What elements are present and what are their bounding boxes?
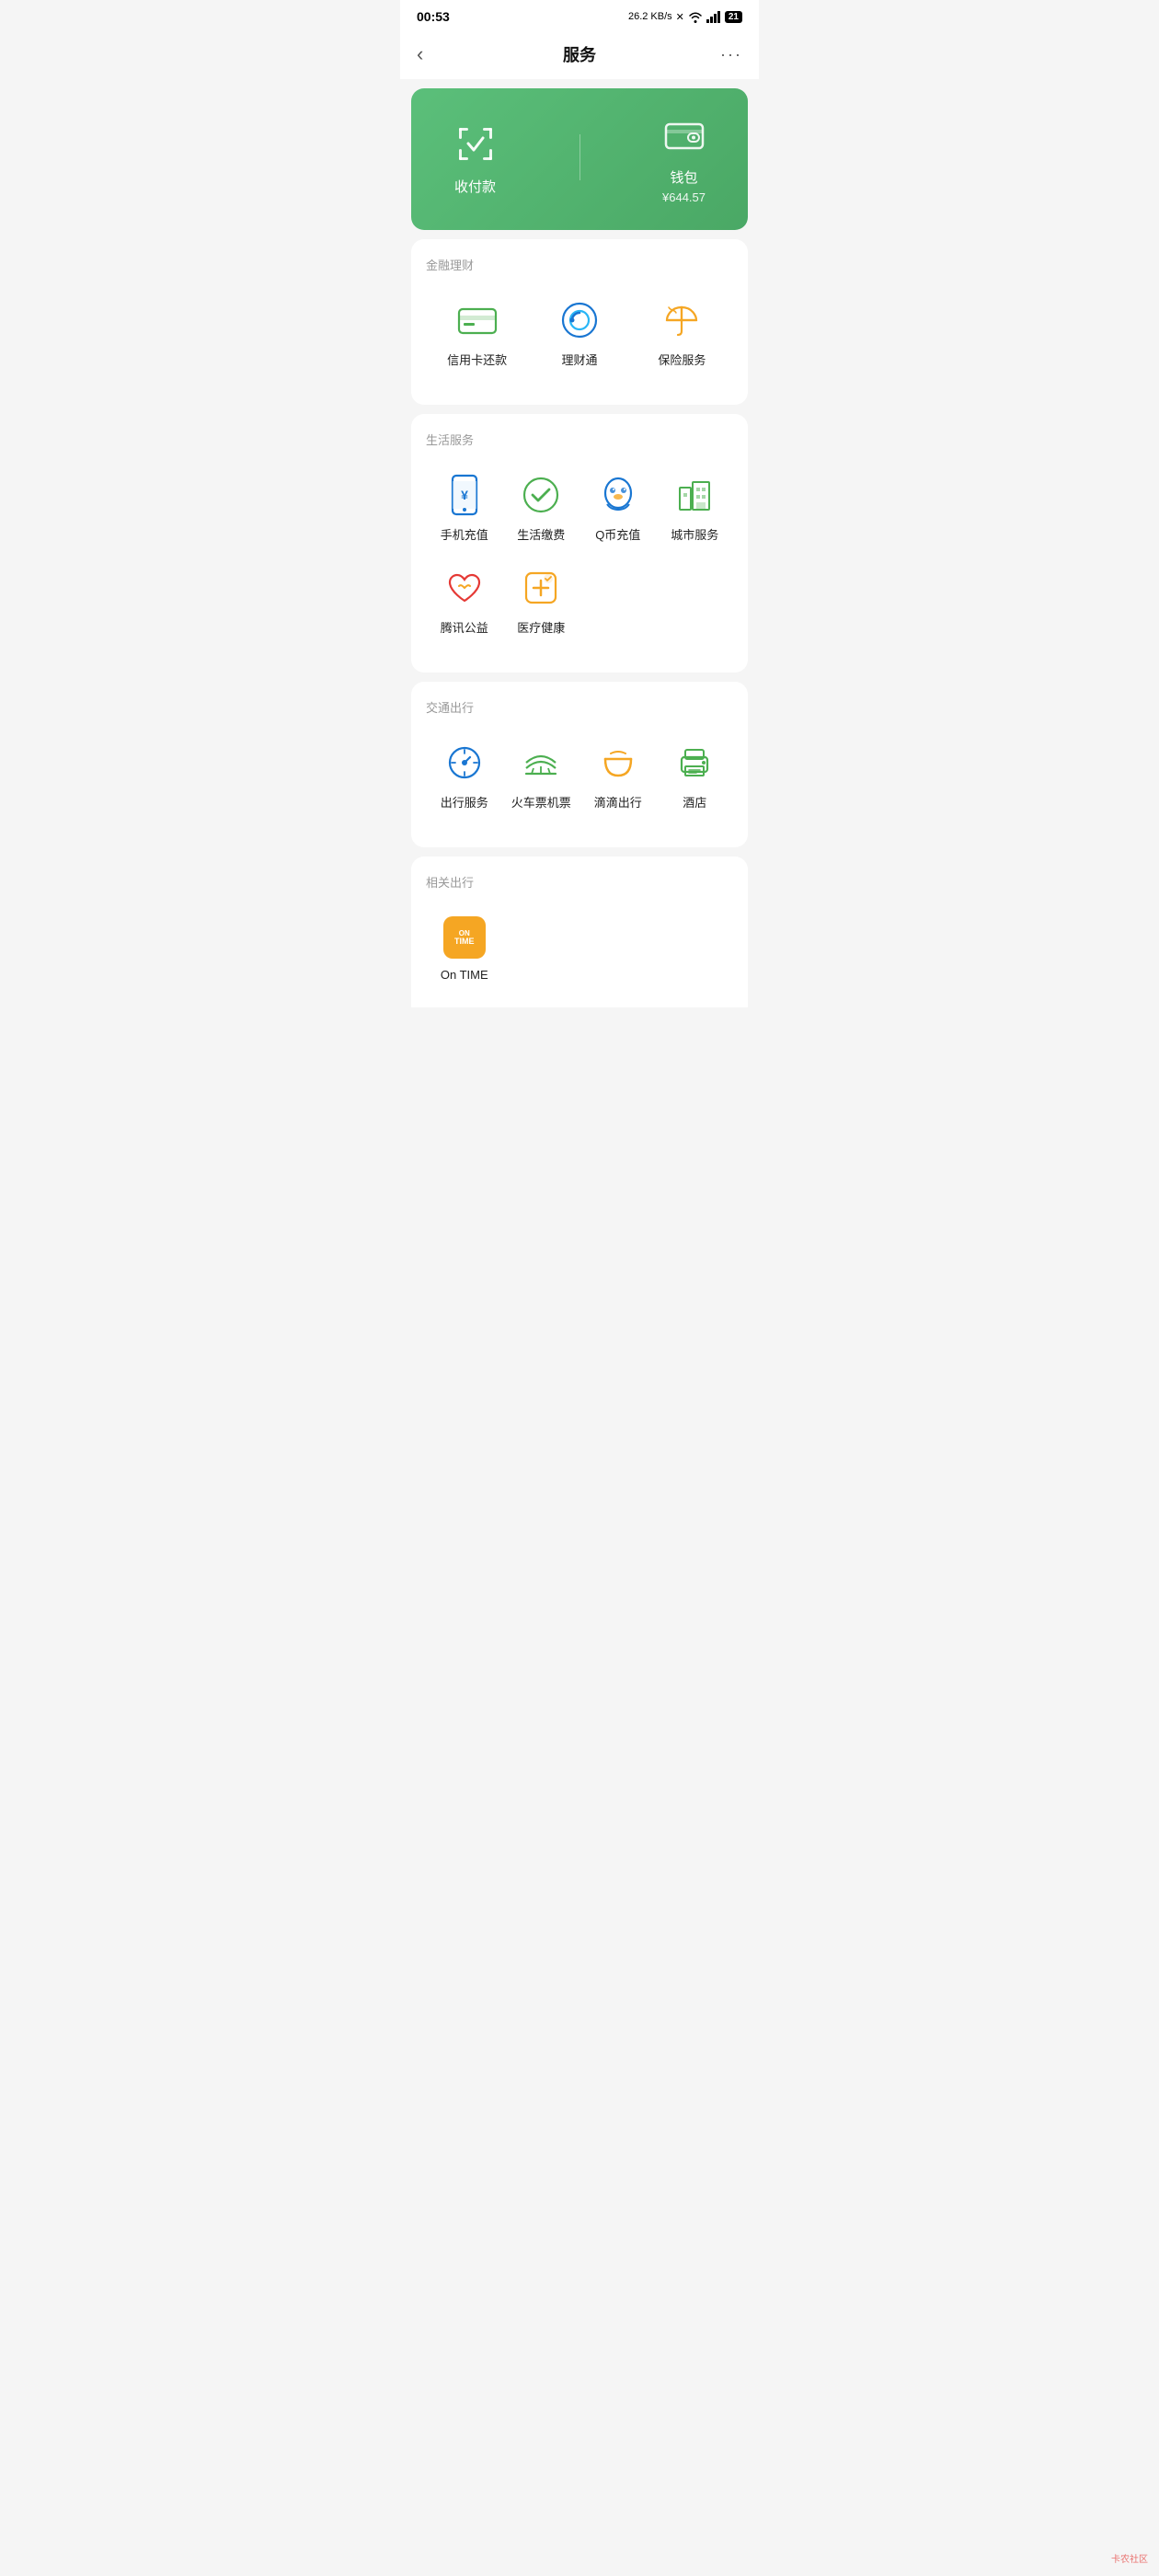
life-section: 生活服务 ¥ 手机充值 生活缴费 xyxy=(411,414,748,673)
placeholder-1 xyxy=(580,559,657,643)
partial-title: 相关出行 xyxy=(426,873,733,891)
payment-item[interactable]: 收付款 xyxy=(452,120,499,196)
on-time-label: On TIME xyxy=(441,968,488,982)
life-row-1: ¥ 手机充值 生活缴费 xyxy=(426,466,733,550)
qcoin-label: Q币充值 xyxy=(595,525,640,543)
hotel-item[interactable]: 酒店 xyxy=(657,734,734,818)
travel-label: 出行服务 xyxy=(441,793,488,811)
wealth-label: 理财通 xyxy=(561,351,597,368)
speed-label: 26.2 KB/s xyxy=(628,11,672,22)
charity-label: 腾讯公益 xyxy=(441,618,488,636)
qcoin-item[interactable]: Q币充值 xyxy=(580,466,657,550)
battery-icon: 21 xyxy=(725,11,742,23)
didi-icon xyxy=(597,742,639,784)
travel-icon xyxy=(443,742,486,784)
credit-card-icon xyxy=(456,299,499,341)
didi-item[interactable]: 滴滴出行 xyxy=(580,734,657,818)
green-banner: 收付款 钱包 ¥644.57 xyxy=(411,88,748,230)
hotel-label: 酒店 xyxy=(683,793,706,811)
partial-section: 相关出行 ON TIME On TIME xyxy=(411,857,748,1007)
on-time-bot: TIME xyxy=(454,937,475,946)
transport-title: 交通出行 xyxy=(426,698,733,716)
health-label: 医疗健康 xyxy=(517,618,565,636)
finance-title: 金融理财 xyxy=(426,256,733,273)
wealth-icon xyxy=(558,299,601,341)
wallet-icon xyxy=(660,110,708,158)
placeholder-5 xyxy=(657,909,734,989)
insurance-item[interactable]: 保险服务 xyxy=(631,292,733,375)
wallet-amount: ¥644.57 xyxy=(662,190,706,204)
partial-row: ON TIME On TIME xyxy=(426,909,733,989)
header: ‹ 服务 ··· xyxy=(400,29,759,79)
credit-card-label: 信用卡还款 xyxy=(447,351,507,368)
wealth-item[interactable]: 理财通 xyxy=(528,292,630,375)
life-bills-icon xyxy=(520,474,562,516)
insurance-label: 保险服务 xyxy=(658,351,706,368)
transport-row-1: 出行服务 火车票机票 xyxy=(426,734,733,818)
life-row-2: 腾讯公益 医疗健康 xyxy=(426,559,733,643)
life-title: 生活服务 xyxy=(426,431,733,448)
payment-label: 收付款 xyxy=(454,177,496,196)
mobile-topup-item[interactable]: ¥ 手机充值 xyxy=(426,466,503,550)
mobile-topup-label: 手机充值 xyxy=(441,525,488,543)
charity-item[interactable]: 腾讯公益 xyxy=(426,559,503,643)
city-service-label: 城市服务 xyxy=(671,525,718,543)
qcoin-icon xyxy=(597,474,639,516)
wallet-label: 钱包 xyxy=(670,167,697,187)
city-service-item[interactable]: 城市服务 xyxy=(657,466,734,550)
wallet-item[interactable]: 钱包 ¥644.57 xyxy=(660,110,708,204)
transport-section: 交通出行 出行服务 xyxy=(411,682,748,847)
health-icon xyxy=(520,567,562,609)
finance-section: 金融理财 信用卡还款 xyxy=(411,239,748,405)
life-bills-item[interactable]: 生活缴费 xyxy=(503,466,580,550)
didi-label: 滴滴出行 xyxy=(594,793,642,811)
payment-icon xyxy=(452,120,499,167)
page-title: 服务 xyxy=(563,42,596,66)
watermark: 卡农社区 xyxy=(1111,2551,1148,2565)
svg-text:¥: ¥ xyxy=(461,488,468,502)
city-service-icon xyxy=(673,474,716,516)
x-icon: ✕ xyxy=(676,11,684,23)
health-item[interactable]: 医疗健康 xyxy=(503,559,580,643)
train-icon xyxy=(520,742,562,784)
placeholder-2 xyxy=(657,559,734,643)
wifi-icon xyxy=(688,11,703,23)
status-bar: 00:53 26.2 KB/s ✕ 21 xyxy=(400,0,759,29)
back-button[interactable]: ‹ xyxy=(417,42,444,66)
finance-row-1: 信用卡还款 理财通 xyxy=(426,292,733,375)
train-item[interactable]: 火车票机票 xyxy=(503,734,580,818)
life-bills-label: 生活缴费 xyxy=(517,525,565,543)
train-label: 火车票机票 xyxy=(511,793,571,811)
signal-icon xyxy=(706,11,721,23)
charity-icon xyxy=(443,567,486,609)
status-time: 00:53 xyxy=(417,9,450,24)
more-button[interactable]: ··· xyxy=(715,45,742,64)
travel-item[interactable]: 出行服务 xyxy=(426,734,503,818)
on-time-icon: ON TIME xyxy=(443,916,486,959)
hotel-icon xyxy=(673,742,716,784)
on-time-item[interactable]: ON TIME On TIME xyxy=(426,909,503,989)
placeholder-4 xyxy=(580,909,657,989)
placeholder-3 xyxy=(503,909,580,989)
insurance-icon xyxy=(660,299,703,341)
credit-card-item[interactable]: 信用卡还款 xyxy=(426,292,528,375)
mobile-topup-icon: ¥ xyxy=(443,474,486,516)
status-icons: 26.2 KB/s ✕ 21 xyxy=(628,11,742,23)
